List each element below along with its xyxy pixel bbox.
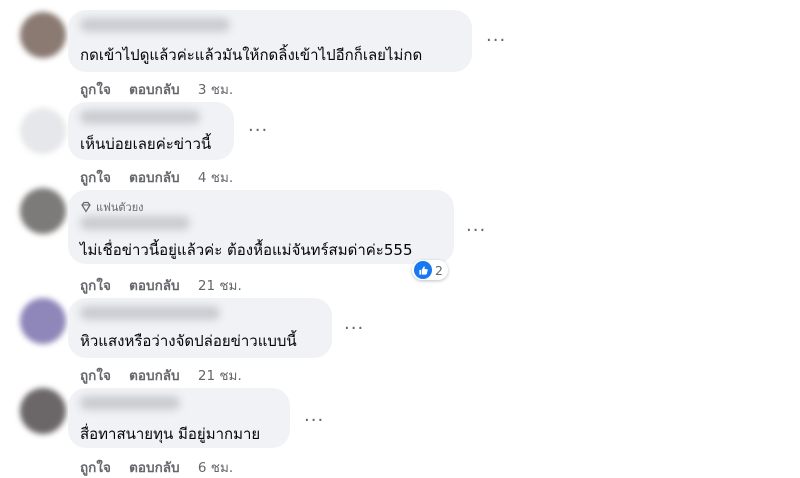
reaction-count: 2 (435, 262, 443, 278)
reaction-summary[interactable]: 2 (412, 260, 448, 280)
more-options-icon[interactable]: ··· (248, 122, 268, 140)
timestamp[interactable]: 21 ชม. (198, 278, 242, 294)
like-link[interactable]: ถูกใจ (80, 460, 111, 476)
reply-link[interactable]: ตอบกลับ (129, 170, 179, 186)
timestamp[interactable]: 6 ชม. (198, 460, 233, 476)
author-name[interactable] (80, 18, 230, 32)
avatar[interactable] (20, 12, 66, 58)
like-link[interactable]: ถูกใจ (80, 170, 111, 186)
timestamp[interactable]: 21 ชม. (198, 368, 242, 384)
more-options-icon[interactable]: ··· (486, 32, 506, 50)
diamond-icon (81, 201, 91, 213)
timestamp[interactable]: 4 ชม. (198, 170, 233, 186)
avatar[interactable] (20, 388, 66, 434)
comment-5: สื่อทาสนายทุน มีอยู่มากมาย ··· ถูกใจ ตอบ… (0, 388, 800, 476)
badge-label: แฟนตัวยง (96, 201, 144, 214)
comment-text: กดเข้าไปดูแล้วค่ะแล้วมันให้กดลิ้งเข้าไปอ… (80, 46, 423, 64)
comment-bubble: กดเข้าไปดูแล้วค่ะแล้วมันให้กดลิ้งเข้าไปอ… (68, 10, 472, 72)
reply-link[interactable]: ตอบกลับ (129, 278, 179, 294)
reply-link[interactable]: ตอบกลับ (129, 368, 179, 384)
comment-text: สื่อทาสนายทุน มีอยู่มากมาย (80, 425, 261, 443)
comment-bubble: แฟนตัวยง ไม่เชื่อข่าวนี้อยู่แล้วค่ะ ต้อง… (68, 190, 454, 264)
reply-link[interactable]: ตอบกลับ (129, 460, 179, 476)
comment-bubble: สื่อทาสนายทุน มีอยู่มากมาย (68, 388, 290, 448)
timestamp[interactable]: 3 ชม. (198, 82, 233, 98)
more-options-icon[interactable]: ··· (466, 222, 486, 240)
like-link[interactable]: ถูกใจ (80, 368, 111, 384)
top-fan-badge: แฟนตัวยง (80, 198, 144, 216)
like-link[interactable]: ถูกใจ (80, 278, 111, 294)
more-options-icon[interactable]: ··· (344, 320, 364, 338)
comment-actions: ถูกใจ ตอบกลับ 6 ชม. (80, 456, 247, 478)
like-link[interactable]: ถูกใจ (80, 82, 111, 98)
comment-4: หิวแสงหรือว่างจัดปล่อยข่าวแบบนี้ ··· ถูก… (0, 298, 800, 388)
comment-bubble: เห็นบ่อยเลยค่ะข่าวนี้ (68, 102, 234, 160)
comment-actions: ถูกใจ ตอบกลับ 3 ชม. (80, 78, 247, 100)
reply-link[interactable]: ตอบกลับ (129, 82, 179, 98)
comment-actions: ถูกใจ ตอบกลับ 4 ชม. (80, 166, 247, 188)
avatar[interactable] (20, 298, 66, 344)
author-name[interactable] (80, 306, 220, 320)
comment-bubble: หิวแสงหรือว่างจัดปล่อยข่าวแบบนี้ (68, 298, 332, 358)
author-name[interactable] (80, 396, 180, 410)
comment-text: หิวแสงหรือว่างจัดปล่อยข่าวแบบนี้ (80, 332, 297, 350)
comment-1: กดเข้าไปดูแล้วค่ะแล้วมันให้กดลิ้งเข้าไปอ… (0, 0, 800, 100)
more-options-icon[interactable]: ··· (304, 412, 324, 430)
comment-actions: ถูกใจ ตอบกลับ 21 ชม. (80, 364, 256, 386)
avatar[interactable] (20, 108, 66, 154)
like-reaction-icon (414, 261, 432, 279)
comment-actions: ถูกใจ ตอบกลับ 21 ชม. (80, 274, 256, 296)
author-name[interactable] (80, 110, 200, 124)
avatar[interactable] (20, 188, 66, 234)
comment-text: เห็นบ่อยเลยค่ะข่าวนี้ (80, 135, 212, 153)
comment-text: ไม่เชื่อข่าวนี้อยู่แล้วค่ะ ต้องหื้อแม่จั… (80, 241, 413, 259)
author-name[interactable] (80, 216, 190, 230)
comment-3: แฟนตัวยง ไม่เชื่อข่าวนี้อยู่แล้วค่ะ ต้อง… (0, 188, 800, 298)
comment-2: เห็นบ่อยเลยค่ะข่าวนี้ ··· ถูกใจ ตอบกลับ … (0, 100, 800, 188)
